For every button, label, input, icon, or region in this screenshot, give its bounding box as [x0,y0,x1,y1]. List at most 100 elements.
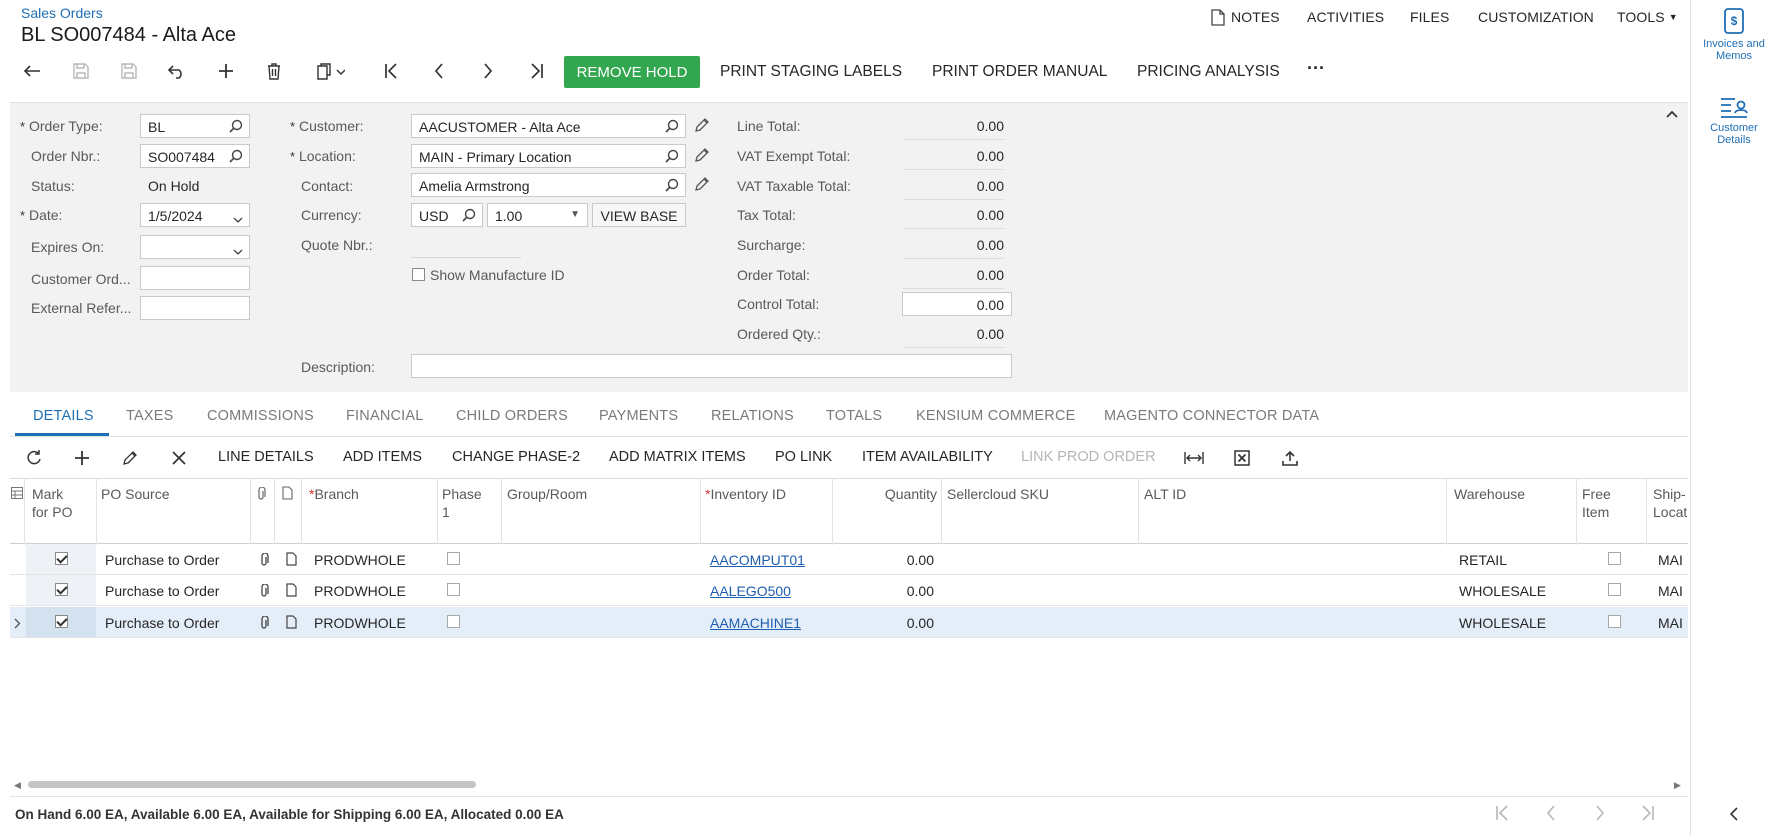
chevron-down-icon[interactable] [233,243,243,258]
mark-for-po-checkbox[interactable] [55,583,68,596]
horizontal-scrollbar[interactable] [28,781,476,788]
currency-field[interactable]: USD [411,203,483,227]
free-item-header[interactable]: Free Item [1582,485,1616,521]
show-manufacture-checkbox[interactable] [412,268,425,281]
inventory-id-link[interactable]: AALEGO500 [710,583,791,599]
previous-page-icon[interactable] [1546,805,1556,826]
note-icon[interactable] [286,583,297,600]
mark-for-po-checkbox[interactable] [55,615,68,628]
free-item-checkbox[interactable] [1608,552,1621,565]
tab-magento-connector[interactable]: MAGENTO CONNECTOR DATA [1104,408,1319,424]
more-actions-button[interactable]: ··· [1307,58,1325,79]
print-staging-labels-button[interactable]: PRINT STAGING LABELS [720,63,902,81]
refresh-icon[interactable] [21,445,47,471]
external-ref-field[interactable] [140,296,250,320]
delete-icon[interactable] [261,58,287,84]
table-row[interactable]: Purchase to Order PRODWHOLE AALEGO500 0.… [10,575,1688,606]
search-icon[interactable] [462,208,476,225]
order-nbr-field[interactable]: SO007484 [140,144,250,168]
phase-checkbox[interactable] [447,552,460,565]
first-record-icon[interactable] [378,58,404,84]
table-row-selected[interactable]: Purchase to Order PRODWHOLE AAMACHINE1 0… [10,607,1688,638]
attachment-icon[interactable] [259,552,269,570]
phase-checkbox[interactable] [447,583,460,596]
breadcrumb[interactable]: Sales Orders [21,5,103,21]
sellercloud-sku-header[interactable]: Sellercloud SKU [947,485,1049,503]
tab-taxes[interactable]: TAXES [126,408,173,424]
description-field[interactable] [411,354,1012,378]
order-type-field[interactable]: BL [140,114,250,138]
warehouse-cell[interactable]: WHOLESALE [1459,615,1546,631]
inventory-id-link[interactable]: AACOMPUT01 [710,552,805,568]
mark-for-po-checkbox[interactable] [55,552,68,565]
po-source-cell[interactable]: Purchase to Order [105,615,219,631]
ship-location-header[interactable]: Ship-Locat [1653,485,1687,521]
activities-button[interactable]: ACTIVITIES [1307,9,1384,25]
next-page-icon[interactable] [1595,805,1605,826]
invoices-memos-link[interactable]: $ Invoices and Memos [1691,8,1776,62]
customer-ord-field[interactable] [140,266,250,290]
branch-cell[interactable]: PRODWHOLE [314,615,406,631]
search-icon[interactable] [229,149,243,166]
ship-location-cell[interactable]: MAI [1658,552,1688,568]
search-icon[interactable] [665,178,679,195]
next-record-icon[interactable] [475,58,501,84]
po-source-cell[interactable]: Purchase to Order [105,552,219,568]
line-details-button[interactable]: LINE DETAILS [218,449,314,465]
link-prod-order-button[interactable]: LINK PROD ORDER [1021,449,1156,465]
export-excel-icon[interactable] [1229,445,1255,471]
phase-checkbox[interactable] [447,615,460,628]
po-source-header[interactable]: PO Source [101,485,169,503]
tab-commissions[interactable]: COMMISSIONS [207,408,314,424]
location-field[interactable]: MAIN - Primary Location [411,144,686,168]
search-icon[interactable] [665,149,679,166]
alt-id-header[interactable]: ALT ID [1144,485,1186,503]
quantity-header[interactable]: Quantity [832,485,937,503]
customer-field[interactable]: AACUSTOMER - Alta Ace [411,114,686,138]
collapse-panel-icon[interactable] [1729,806,1739,825]
tab-child-orders[interactable]: CHILD ORDERS [456,408,568,424]
tab-financial[interactable]: FINANCIAL [346,408,424,424]
fit-columns-icon[interactable] [1181,445,1207,471]
table-row[interactable]: Purchase to Order PRODWHOLE AACOMPUT01 0… [10,544,1688,575]
add-matrix-items-button[interactable]: ADD MATRIX ITEMS [609,449,746,465]
quantity-cell[interactable]: 0.00 [832,552,934,568]
add-items-button[interactable]: ADD ITEMS [343,449,422,465]
branch-cell[interactable]: PRODWHOLE [314,583,406,599]
column-settings-icon[interactable] [11,486,23,502]
date-field[interactable]: 1/5/2024 [140,203,250,227]
phase-header[interactable]: Phase 1 [442,485,486,521]
chevron-down-icon[interactable] [233,211,243,226]
first-page-icon[interactable] [1495,805,1509,826]
po-source-cell[interactable]: Purchase to Order [105,583,219,599]
change-phase-button[interactable]: CHANGE PHASE-2 [452,449,580,465]
delete-row-icon[interactable] [166,445,192,471]
tab-details[interactable]: DETAILS [33,408,94,424]
remove-hold-button[interactable]: REMOVE HOLD [564,56,700,88]
branch-cell[interactable]: PRODWHOLE [314,552,406,568]
expires-on-field[interactable] [140,235,250,259]
add-icon[interactable] [213,58,239,84]
attachment-icon[interactable] [259,615,269,633]
edit-pencil-icon[interactable] [694,117,710,136]
tools-menu[interactable]: TOOLS ▼ [1617,9,1678,25]
edit-pencil-icon[interactable] [694,176,710,195]
collapse-form-icon[interactable] [1665,106,1679,122]
pricing-analysis-button[interactable]: PRICING ANALYSIS [1137,63,1280,81]
ship-location-cell[interactable]: MAI [1658,583,1688,599]
tab-payments[interactable]: PAYMENTS [599,408,678,424]
quantity-cell[interactable]: 0.00 [832,615,934,631]
print-order-manual-button[interactable]: PRINT ORDER MANUAL [932,63,1107,81]
warehouse-cell[interactable]: RETAIL [1459,552,1507,568]
save-close-icon[interactable] [68,58,94,84]
free-item-checkbox[interactable] [1608,583,1621,596]
item-availability-button[interactable]: ITEM AVAILABILITY [862,449,993,465]
last-page-icon[interactable] [1641,805,1655,826]
attachment-icon[interactable] [259,583,269,601]
tab-relations[interactable]: RELATIONS [711,408,794,424]
scroll-left-icon[interactable]: ◀ [14,780,21,791]
po-link-button[interactable]: PO LINK [775,449,832,465]
currency-rate-field[interactable]: 1.00 ▼ [487,203,588,227]
add-row-icon[interactable] [69,445,95,471]
quote-nbr-field[interactable] [411,257,521,258]
